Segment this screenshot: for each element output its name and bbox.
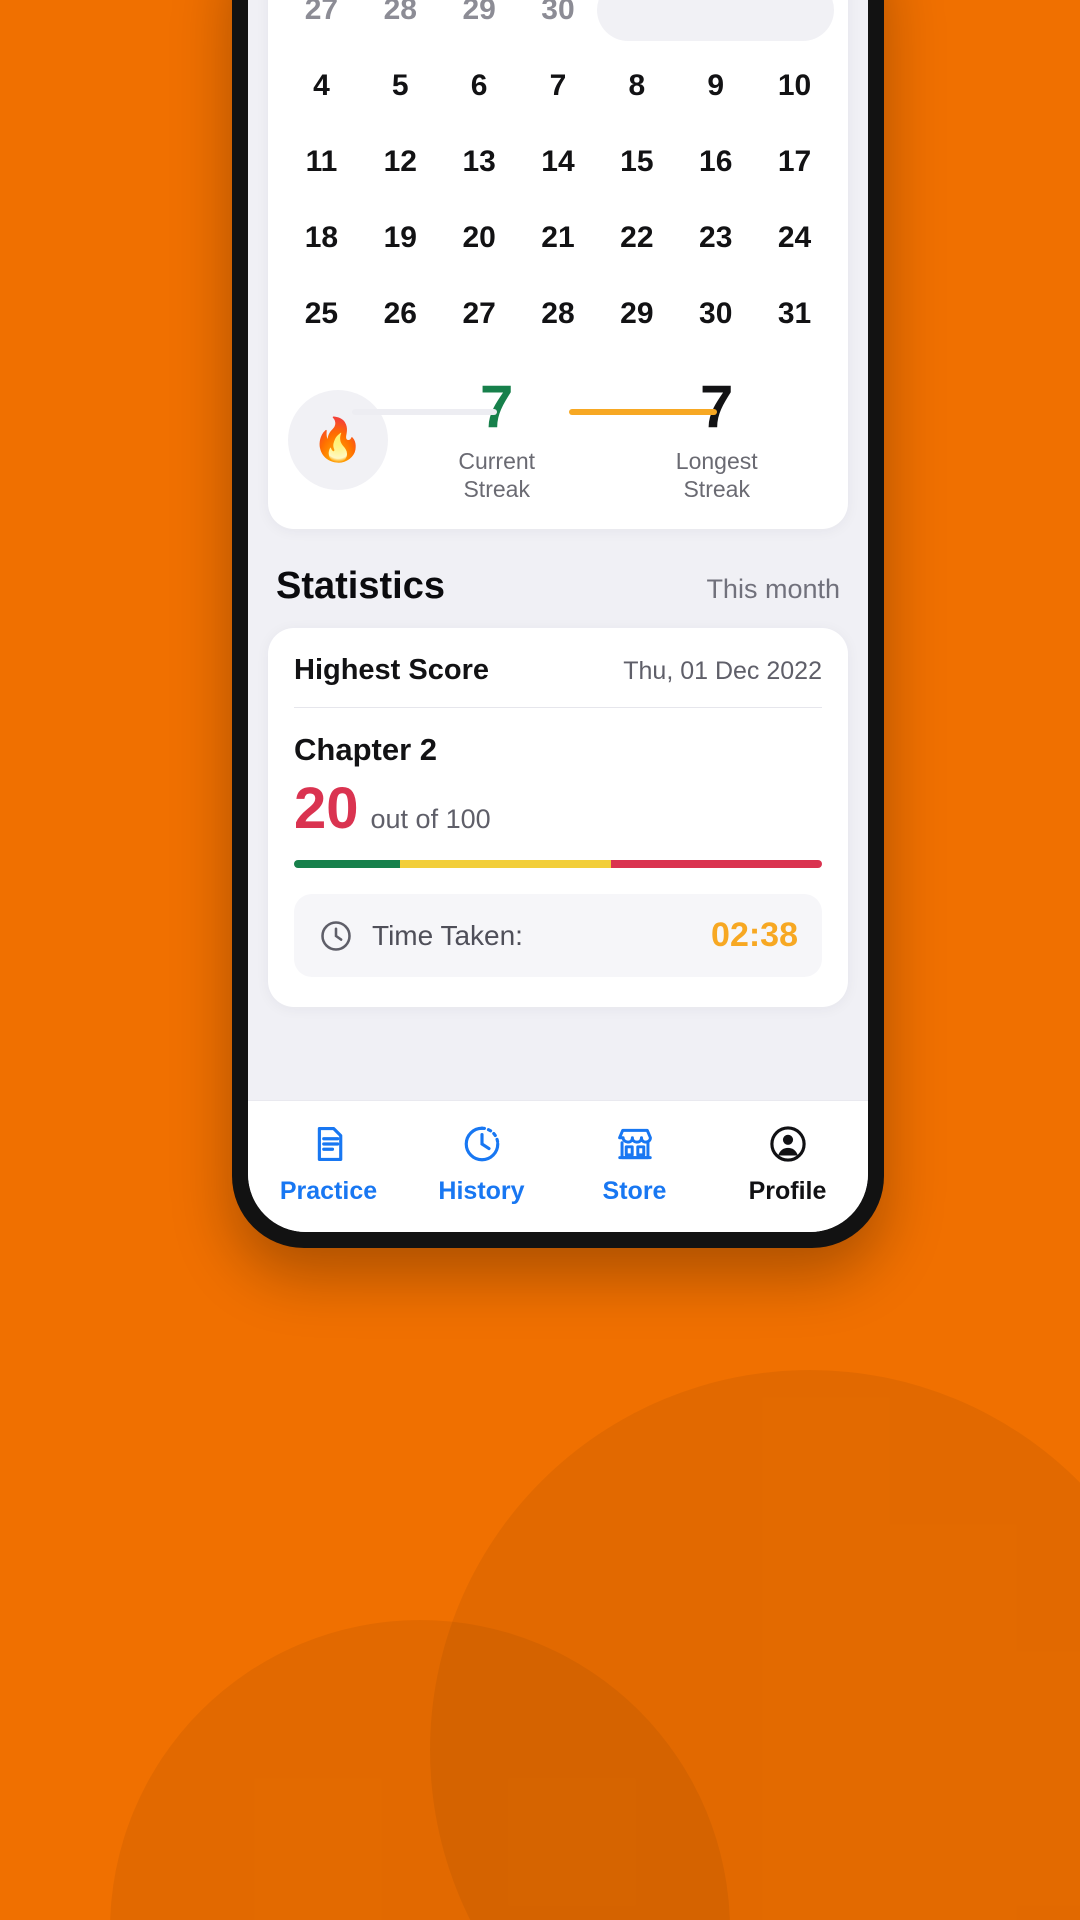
calendar-day[interactable]: 14 (519, 129, 598, 195)
time-taken-row: Time Taken: 02:38 (294, 894, 822, 978)
calendar-day[interactable]: 27 (440, 281, 519, 347)
person-icon (767, 1123, 809, 1165)
tab-store[interactable]: Store (558, 1123, 711, 1206)
longest-streak-value: 7 (700, 373, 734, 440)
calendar-week-row: 25 26 27 28 29 30 31 (282, 281, 834, 347)
current-streak-block: 7 Current Streak (352, 373, 605, 503)
calendar-day[interactable]: 8 (597, 53, 676, 119)
clock-icon (318, 918, 354, 954)
calendar-day[interactable]: 15 (597, 129, 676, 195)
highest-score-row: Highest Score Thu, 01 Dec 2022 (294, 654, 822, 709)
tab-label-history: History (438, 1177, 525, 1205)
current-streak-label: Current Streak (458, 448, 536, 503)
statistics-card: Highest Score Thu, 01 Dec 2022 Chapter 2… (268, 628, 848, 1008)
score-bar-segment-yellow (399, 860, 611, 869)
calendar-day[interactable]: 30 (676, 281, 755, 347)
chapter-label: Chapter 2 (294, 732, 437, 768)
bottom-tab-bar: Practice History Store Profile (248, 1100, 868, 1232)
tab-label-profile: Profile (748, 1177, 827, 1205)
calendar-day[interactable]: 26 (361, 281, 440, 347)
calendar-day[interactable]: 24 (755, 205, 834, 271)
calendar-day[interactable]: 28 (361, 0, 440, 43)
background-circle-large (430, 1370, 1080, 1920)
score-progress-bar (294, 860, 822, 869)
calendar-day[interactable]: 18 (282, 205, 361, 271)
calendar-day[interactable]: 11 (282, 129, 361, 195)
tab-practice[interactable]: Practice (252, 1123, 405, 1206)
longest-streak-block: 7 Longest Streak (569, 373, 828, 503)
calendar-day[interactable]: 28 (519, 281, 598, 347)
page-title: Statistics (276, 565, 445, 608)
calendar-week-row: 11 12 13 14 15 16 17 (282, 129, 834, 195)
flame-icon: 🔥 (773, 0, 815, 27)
calendar-day[interactable]: 31 (755, 281, 834, 347)
calendar-day-streak[interactable]: 🔥 (676, 0, 755, 43)
calendar-day[interactable]: 17 (755, 129, 834, 195)
calendar-day-streak[interactable]: 🔥 (597, 0, 676, 43)
phone-mockup: Sun Mon Tue Wed Thu Fri Sat 27 28 29 30 … (232, 0, 884, 1248)
score-line: 20 out of 100 (294, 780, 822, 838)
calendar-day[interactable]: 7 (519, 53, 598, 119)
streak-flame-badge: 🔥 (288, 390, 388, 491)
calendar-day[interactable]: 25 (282, 281, 361, 347)
tab-label-store: Store (602, 1177, 667, 1205)
score-bar-segment-green (294, 860, 400, 869)
store-icon (614, 1123, 656, 1165)
streak-connector-line (352, 409, 497, 415)
highest-score-date: Thu, 01 Dec 2022 (623, 657, 822, 686)
calendar-day[interactable]: 21 (519, 205, 598, 271)
flame-icon: 🔥 (616, 0, 658, 27)
streak-summary: 🔥 7 Current Streak 7 Longest Streak (282, 377, 834, 503)
calendar-day-streak[interactable]: 🔥 (755, 0, 834, 43)
tab-profile[interactable]: Profile (711, 1123, 864, 1206)
calendar-week-row: 27 28 29 30 🔥 🔥 🔥 (282, 0, 834, 43)
tab-history[interactable]: History (405, 1123, 558, 1206)
statistics-header: Statistics This month (268, 529, 848, 628)
calendar-day[interactable]: 5 (361, 53, 440, 119)
statistics-period-selector[interactable]: This month (706, 574, 840, 605)
calendar-day[interactable]: 6 (440, 53, 519, 119)
current-streak-value: 7 (480, 373, 514, 440)
score-value: 20 (294, 776, 359, 842)
score-total-label: out of 100 (370, 804, 491, 835)
calendar-day[interactable]: 29 (440, 0, 519, 43)
flame-icon: 🔥 (311, 415, 365, 463)
time-taken-label: Time Taken: (372, 919, 523, 951)
clock-icon (461, 1123, 503, 1165)
calendar-day[interactable]: 19 (361, 205, 440, 271)
calendar-card: Sun Mon Tue Wed Thu Fri Sat 27 28 29 30 … (268, 0, 848, 530)
score-bar-segment-red (610, 860, 822, 869)
calendar-day[interactable]: 16 (676, 129, 755, 195)
calendar-week-row: 18 19 20 21 22 23 24 (282, 205, 834, 271)
document-icon (308, 1123, 350, 1165)
streak-connector-line (569, 409, 717, 415)
time-taken-value: 02:38 (711, 916, 798, 955)
flame-icon: 🔥 (695, 0, 737, 27)
calendar-day[interactable]: 9 (676, 53, 755, 119)
calendar-day[interactable]: 27 (282, 0, 361, 43)
calendar-day[interactable]: 4 (282, 53, 361, 119)
calendar-day[interactable]: 20 (440, 205, 519, 271)
phone-screen: Sun Mon Tue Wed Thu Fri Sat 27 28 29 30 … (248, 0, 868, 1232)
calendar-week-row: 4 5 6 7 8 9 10 (282, 53, 834, 119)
calendar-day[interactable]: 12 (361, 129, 440, 195)
calendar-day[interactable]: 22 (597, 205, 676, 271)
calendar-day[interactable]: 23 (676, 205, 755, 271)
app-content: Sun Mon Tue Wed Thu Fri Sat 27 28 29 30 … (248, 0, 868, 1100)
calendar-day[interactable]: 10 (755, 53, 834, 119)
longest-streak-label: Longest Streak (675, 448, 758, 503)
highest-score-label: Highest Score (294, 654, 489, 687)
tab-label-practice: Practice (279, 1177, 378, 1205)
calendar-day[interactable]: 29 (597, 281, 676, 347)
background-circle-small (110, 1620, 730, 1920)
calendar-day[interactable]: 30 (519, 0, 598, 43)
calendar-day[interactable]: 13 (440, 129, 519, 195)
